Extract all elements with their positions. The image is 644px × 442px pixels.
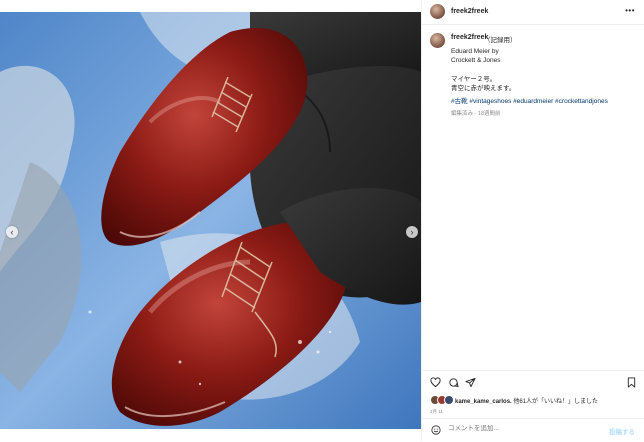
caption-hashtags[interactable]: #古靴 #vintageshoes #eduardmeier #crockett… bbox=[451, 97, 641, 106]
post-date: 2月 11 bbox=[430, 409, 443, 414]
post-comment-button[interactable]: 投稿する bbox=[609, 426, 635, 436]
avatar[interactable] bbox=[430, 4, 445, 19]
header-username[interactable]: freek2freek bbox=[451, 8, 488, 15]
post-photo[interactable]: ‹ › bbox=[0, 12, 421, 429]
comment-input[interactable] bbox=[448, 425, 588, 432]
caption-username[interactable]: freek2freek bbox=[451, 34, 488, 41]
shoes-photo bbox=[0, 12, 421, 429]
carousel-prev-button[interactable]: ‹ bbox=[6, 226, 18, 238]
caption-meta: 編集済み · 18週間前 bbox=[451, 111, 501, 117]
carousel-next-button[interactable]: › bbox=[406, 226, 418, 238]
post-viewer: ‹ › freek2freek ••• freek2freek （記録用） Ed… bbox=[0, 0, 644, 441]
caption-line: Crockett & Jones bbox=[451, 57, 501, 64]
liked-by-avatars[interactable] bbox=[430, 395, 454, 405]
avatar bbox=[444, 395, 454, 405]
share-icon[interactable] bbox=[465, 377, 476, 388]
liked-by-username[interactable]: kame_kame_carlos. bbox=[455, 399, 512, 405]
comment-bar: 投稿する bbox=[422, 418, 644, 442]
post-header: freek2freek ••• bbox=[422, 0, 644, 25]
caption-line: Eduard Meier by bbox=[451, 48, 499, 55]
caption-line: 青空に赤が映えます。 bbox=[451, 85, 516, 92]
caption-tag: （記録用） bbox=[484, 37, 517, 44]
emoji-icon[interactable] bbox=[431, 425, 441, 435]
bookmark-icon[interactable] bbox=[626, 377, 637, 388]
likes-count-text: 他61人が「いいね！」しました bbox=[511, 399, 599, 405]
likes-summary[interactable]: kame_kame_carlos. 他61人が「いいね！」しました bbox=[455, 396, 598, 405]
more-icon[interactable]: ••• bbox=[625, 6, 635, 15]
post-side-panel: freek2freek ••• freek2freek （記録用） Eduard… bbox=[421, 0, 644, 441]
heart-icon[interactable] bbox=[430, 377, 441, 388]
comment-icon[interactable] bbox=[448, 377, 459, 388]
avatar[interactable] bbox=[430, 33, 445, 48]
